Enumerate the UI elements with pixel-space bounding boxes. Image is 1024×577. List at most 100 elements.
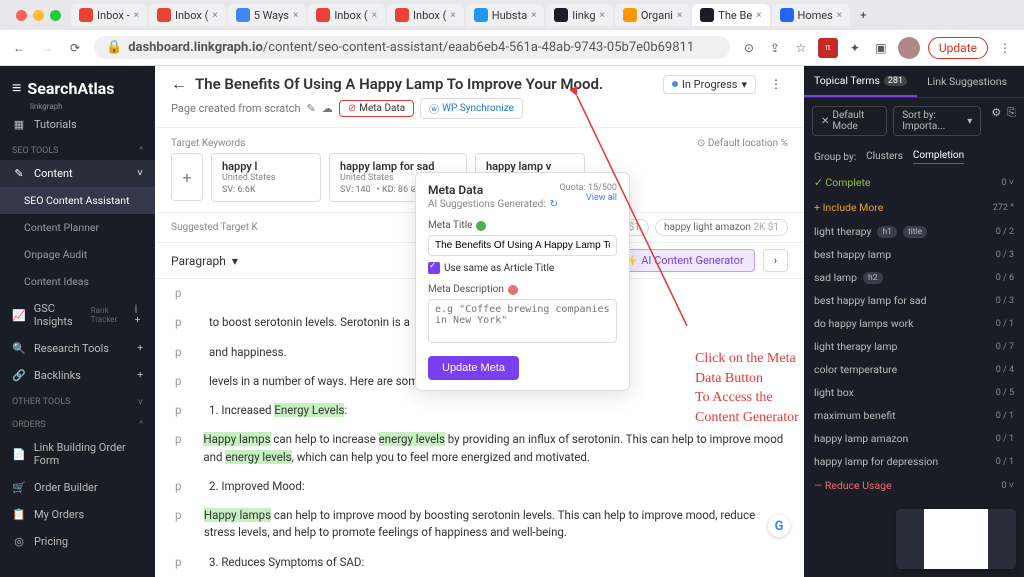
right-sidebar: Topical Terms281 Link Suggestions ✕ Defa… xyxy=(804,66,1024,577)
close-window[interactable] xyxy=(16,10,27,21)
window-controls xyxy=(8,10,69,21)
tab-topical-terms[interactable]: Topical Terms281 xyxy=(804,66,917,97)
section-include-more[interactable]: + Include More272 ^ xyxy=(804,195,1024,220)
browser-tab[interactable]: Inbox (× xyxy=(387,4,464,26)
topical-term[interactable]: happy lamp amazon0 / 1 xyxy=(804,427,1024,450)
back-arrow[interactable]: ← xyxy=(171,74,187,94)
share-icon[interactable]: ⇪ xyxy=(766,39,784,57)
keyword-card[interactable]: happy lUnited StatesSV: 6.6K xyxy=(211,153,321,202)
topical-term[interactable]: light therapyh1title0 / 2 xyxy=(804,220,1024,243)
sidebar-item-ideas[interactable]: Content Ideas xyxy=(0,268,155,295)
browser-update-button[interactable]: Update xyxy=(928,37,988,59)
overflow-menu-icon[interactable]: ⋮ xyxy=(996,39,1014,57)
use-same-checkbox[interactable] xyxy=(428,262,440,274)
ai-content-generator-button[interactable]: ✨ AI Content Generator xyxy=(613,249,755,272)
bookmark-icon[interactable]: ☆ xyxy=(792,39,810,57)
topical-term[interactable]: do happy lamps work0 / 1 xyxy=(804,312,1024,335)
section-complete[interactable]: ✓ Complete0 ˅ xyxy=(804,170,1024,195)
topical-term[interactable]: color temperature0 / 4 xyxy=(804,358,1024,381)
browser-tab[interactable]: Inbox -× xyxy=(71,4,147,26)
suggest-label: Suggested Target K xyxy=(171,222,258,233)
picture-in-picture[interactable] xyxy=(896,509,1016,569)
sidebar-item-backlinks[interactable]: 🔗Backlinks+ xyxy=(0,362,155,389)
puzzle-icon[interactable]: ✦ xyxy=(846,39,864,57)
panel-icon[interactable]: ▣ xyxy=(872,39,890,57)
paragraph-dropdown[interactable]: Paragraph ▾ xyxy=(171,254,238,268)
sidebar-item-pricing[interactable]: ◎Pricing xyxy=(0,528,155,555)
extension-icon[interactable]: π xyxy=(818,38,838,58)
content-paragraph[interactable]: pHappy lamps can help to improve mood by… xyxy=(175,501,784,548)
search-icon[interactable]: ⊙ xyxy=(740,39,758,57)
sidebar-item-sca[interactable]: SEO Content Assistant xyxy=(0,187,155,214)
sidebar-item-tutorials[interactable]: ▦Tutorials xyxy=(0,111,155,138)
status-chip[interactable]: In Progress ▾ xyxy=(663,75,756,94)
minimize-window[interactable] xyxy=(33,10,44,21)
section-reduce-usage[interactable]: — Reduce Usage0 ˅ xyxy=(804,473,1024,498)
reload-button[interactable]: ⟳ xyxy=(66,39,84,57)
google-badge[interactable]: G xyxy=(768,515,790,537)
sidebar-item-planner[interactable]: Content Planner xyxy=(0,214,155,241)
address-bar[interactable]: 🔒 dashboard.linkgraph.io/content/seo-con… xyxy=(94,36,730,59)
topical-term[interactable]: light box0 / 5 xyxy=(804,381,1024,404)
add-keyword-button[interactable]: + xyxy=(171,153,203,201)
update-meta-button[interactable]: Update Meta xyxy=(428,356,519,380)
quota-display: Quota: 15/500 View all xyxy=(559,183,617,203)
meta-data-popover: Quota: 15/500 View all Meta Data AI Sugg… xyxy=(415,172,630,391)
view-all-link[interactable]: View all xyxy=(559,193,617,203)
browser-tab[interactable]: The Be× xyxy=(692,4,769,26)
brand-sub: linkgraph xyxy=(0,102,155,111)
group-clusters[interactable]: Clusters xyxy=(866,151,903,164)
next-button[interactable]: › xyxy=(763,249,788,272)
sort-dropdown[interactable]: Sort by: Importa... ▾ xyxy=(893,106,981,136)
cloud-icon[interactable]: ☁ xyxy=(322,102,333,115)
browser-tab[interactable]: Homes× xyxy=(772,4,851,26)
meta-title-input[interactable] xyxy=(428,235,617,256)
topical-term[interactable]: best happy lamp for sad0 / 3 xyxy=(804,289,1024,312)
export-icon[interactable]: ⎘ xyxy=(1007,106,1016,136)
content-paragraph[interactable]: p1. Increased Energy Levels: xyxy=(175,396,784,425)
topical-term[interactable]: light therapy lamp0 / 7 xyxy=(804,335,1024,358)
forward-button[interactable]: → xyxy=(38,39,56,57)
sidebar-item-onpage[interactable]: Onpage Audit xyxy=(0,241,155,268)
browser-tab[interactable]: Organi× xyxy=(615,4,690,26)
sidebar-item-research[interactable]: 🔍Research Tools+ xyxy=(0,335,155,362)
sidebar-section-other[interactable]: OTHER TOOLS˅ xyxy=(0,389,155,412)
browser-tab[interactable]: linkg× xyxy=(546,4,612,26)
edit-icon[interactable]: ✎ xyxy=(307,102,316,115)
topical-term[interactable]: happy lamp for depression0 / 1 xyxy=(804,450,1024,473)
topical-term[interactable]: sad lamph20 / 6 xyxy=(804,266,1024,289)
meta-desc-input[interactable] xyxy=(428,299,617,343)
topical-term[interactable]: best happy lamp0 / 3 xyxy=(804,243,1024,266)
default-location[interactable]: ⊙ Default location ℅ xyxy=(697,138,788,149)
content-paragraph[interactable]: p3. Reduces Symptoms of SAD: xyxy=(175,548,784,577)
browser-tab[interactable]: 5 Ways× xyxy=(228,4,307,26)
content-paragraph[interactable]: p2. Improved Mood: xyxy=(175,472,784,501)
sidebar-item-lbof[interactable]: 📄Link Building Order Form xyxy=(0,434,155,474)
sidebar-item-mo[interactable]: 📋My Orders xyxy=(0,501,155,528)
maximize-window[interactable] xyxy=(50,10,61,21)
back-button[interactable]: ← xyxy=(10,39,28,57)
tab-link-suggestions[interactable]: Link Suggestions xyxy=(917,66,1017,97)
topical-term[interactable]: maximum benefit0 / 1 xyxy=(804,404,1024,427)
content-paragraph[interactable]: pHappy lamps can help to increase energy… xyxy=(175,425,784,472)
sidebar-section-orders[interactable]: ORDERS^ xyxy=(0,412,155,434)
left-sidebar: ≡ SearchAtlas linkgraph ▦Tutorials SEO T… xyxy=(0,66,155,577)
meta-data-button[interactable]: ⊘Meta Data xyxy=(339,100,414,117)
gear-icon[interactable]: ⚙ xyxy=(991,106,1001,136)
sidebar-item-content[interactable]: ✎Content˅ xyxy=(0,160,155,187)
sidebar-item-ob[interactable]: 🛒Order Builder xyxy=(0,474,155,501)
refresh-icon[interactable]: ↻ xyxy=(550,199,558,210)
default-mode-button[interactable]: ✕ Default Mode xyxy=(812,106,887,136)
group-completion[interactable]: Completion xyxy=(913,150,964,164)
overflow-icon[interactable]: ⋮ xyxy=(764,77,788,91)
sidebar-section-seo[interactable]: SEO TOOLS^ xyxy=(0,138,155,160)
suggested-keyword-chip[interactable]: happy light amazon 2K $1 xyxy=(655,219,788,236)
meta-title-label: Meta Title xyxy=(428,220,617,231)
profile-avatar[interactable] xyxy=(898,37,920,59)
browser-tab[interactable]: Inbox (× xyxy=(149,4,226,26)
browser-tab[interactable]: Hubsta× xyxy=(466,4,545,26)
sidebar-item-gsc[interactable]: 📈GSC Insights Rank Tracker| + xyxy=(0,295,155,335)
new-tab-button[interactable]: + xyxy=(852,5,874,26)
browser-tab[interactable]: Inbox (× xyxy=(308,4,385,26)
wp-sync-button[interactable]: ⓦWP Synchronize xyxy=(420,98,523,119)
